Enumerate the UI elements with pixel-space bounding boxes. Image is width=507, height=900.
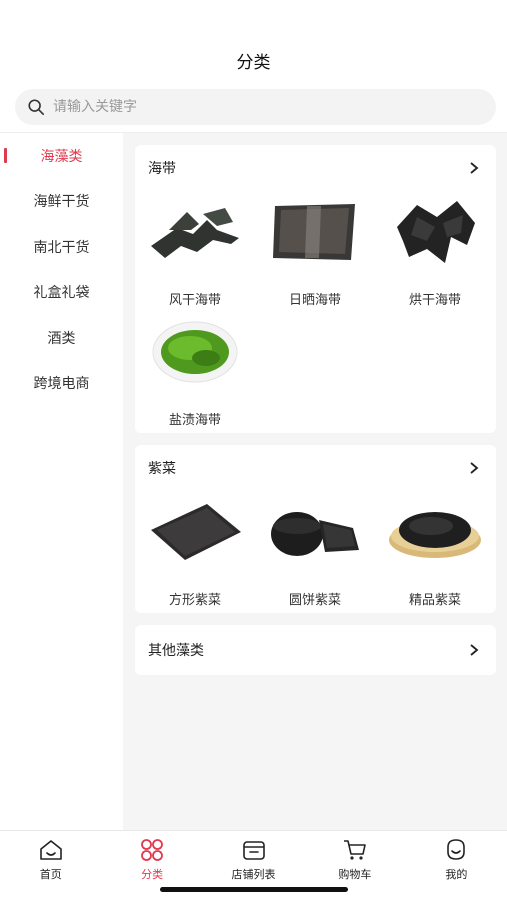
tab-label: 我的 <box>445 868 468 881</box>
sidebar-item-label: 跨境电商 <box>33 376 90 393</box>
product-image <box>385 195 485 269</box>
product-item[interactable]: 盐渍海带 <box>135 311 255 431</box>
product-name: 精品紫菜 <box>408 593 461 608</box>
product-item[interactable]: 圆饼紫菜 <box>255 491 375 611</box>
search-bar[interactable] <box>15 89 496 125</box>
product-image <box>385 495 485 569</box>
product-image <box>265 495 365 569</box>
sidebar-item-dried-goods[interactable]: 南北干货 <box>0 224 123 270</box>
product-name: 风干海带 <box>168 293 221 308</box>
section-laver: 紫菜 方形紫菜 圆饼紫菜 精品紫菜 <box>135 445 496 613</box>
tab-label: 分类 <box>141 868 164 881</box>
product-image <box>265 195 365 269</box>
sidebar-item-label: 酒类 <box>47 330 76 347</box>
category-sidebar: 海藻类 海鲜干货 南北干货 礼盒礼袋 酒类 跨境电商 <box>0 133 123 830</box>
section-header-laver[interactable]: 紫菜 <box>135 445 496 491</box>
chevron-right-icon <box>470 462 479 474</box>
product-item[interactable]: 烘干海带 <box>375 191 495 311</box>
tab-profile[interactable]: 我的 <box>406 831 507 900</box>
store-icon <box>242 841 265 860</box>
sidebar-item-label: 南北干货 <box>33 239 90 256</box>
product-image <box>145 495 245 569</box>
product-name: 圆饼紫菜 <box>288 593 341 608</box>
product-name: 盐渍海带 <box>168 413 221 428</box>
tab-label: 购物车 <box>338 868 372 881</box>
category-icon <box>141 839 164 861</box>
tab-label: 首页 <box>39 868 62 881</box>
sidebar-item-seaweed[interactable]: 海藻类 <box>0 133 123 179</box>
chevron-right-icon <box>470 162 479 174</box>
product-item[interactable]: 风干海带 <box>135 191 255 311</box>
profile-icon <box>447 839 466 860</box>
sidebar-item-dried-seafood[interactable]: 海鲜干货 <box>0 179 123 225</box>
tab-label: 店铺列表 <box>231 868 276 881</box>
sidebar-item-label: 海藻类 <box>40 148 83 165</box>
sidebar-item-label: 海鲜干货 <box>33 194 90 211</box>
product-name: 日晒海带 <box>288 293 341 308</box>
home-indicator <box>160 887 348 892</box>
search-input[interactable] <box>53 99 453 115</box>
section-header-kelp[interactable]: 海带 <box>135 145 496 191</box>
section-title: 海带 <box>148 161 176 177</box>
product-item[interactable]: 方形紫菜 <box>135 491 255 611</box>
section-kelp: 海带 风干海带 日晒海带 烘干海带 盐渍海带 <box>135 145 496 433</box>
section-title: 其他藻类 <box>148 643 204 659</box>
section-header-other[interactable]: 其他藻类 <box>135 625 496 675</box>
chevron-right-icon <box>470 644 479 656</box>
sidebar-item-gift-boxes[interactable]: 礼盒礼袋 <box>0 270 123 316</box>
page-title: 分类 <box>236 53 271 73</box>
product-item[interactable]: 日晒海带 <box>255 191 375 311</box>
product-image <box>145 315 245 389</box>
top-bar: 分类 <box>0 0 507 84</box>
section-other-algae[interactable]: 其他藻类 <box>135 625 496 675</box>
tab-home[interactable]: 首页 <box>0 831 101 900</box>
home-icon <box>39 840 62 860</box>
category-content: 海带 风干海带 日晒海带 烘干海带 盐渍海带 紫菜 方形紫菜 圆饼紫菜 精品紫菜… <box>123 133 507 830</box>
product-name: 烘干海带 <box>408 293 461 308</box>
cart-icon <box>343 840 366 860</box>
section-title: 紫菜 <box>148 461 176 477</box>
search-icon <box>28 99 45 116</box>
sidebar-item-liquor[interactable]: 酒类 <box>0 315 123 361</box>
sidebar-item-label: 礼盒礼袋 <box>33 285 90 302</box>
product-name: 方形紫菜 <box>168 593 221 608</box>
sidebar-item-cross-border[interactable]: 跨境电商 <box>0 361 123 407</box>
product-image <box>145 195 245 269</box>
product-item[interactable]: 精品紫菜 <box>375 491 495 611</box>
